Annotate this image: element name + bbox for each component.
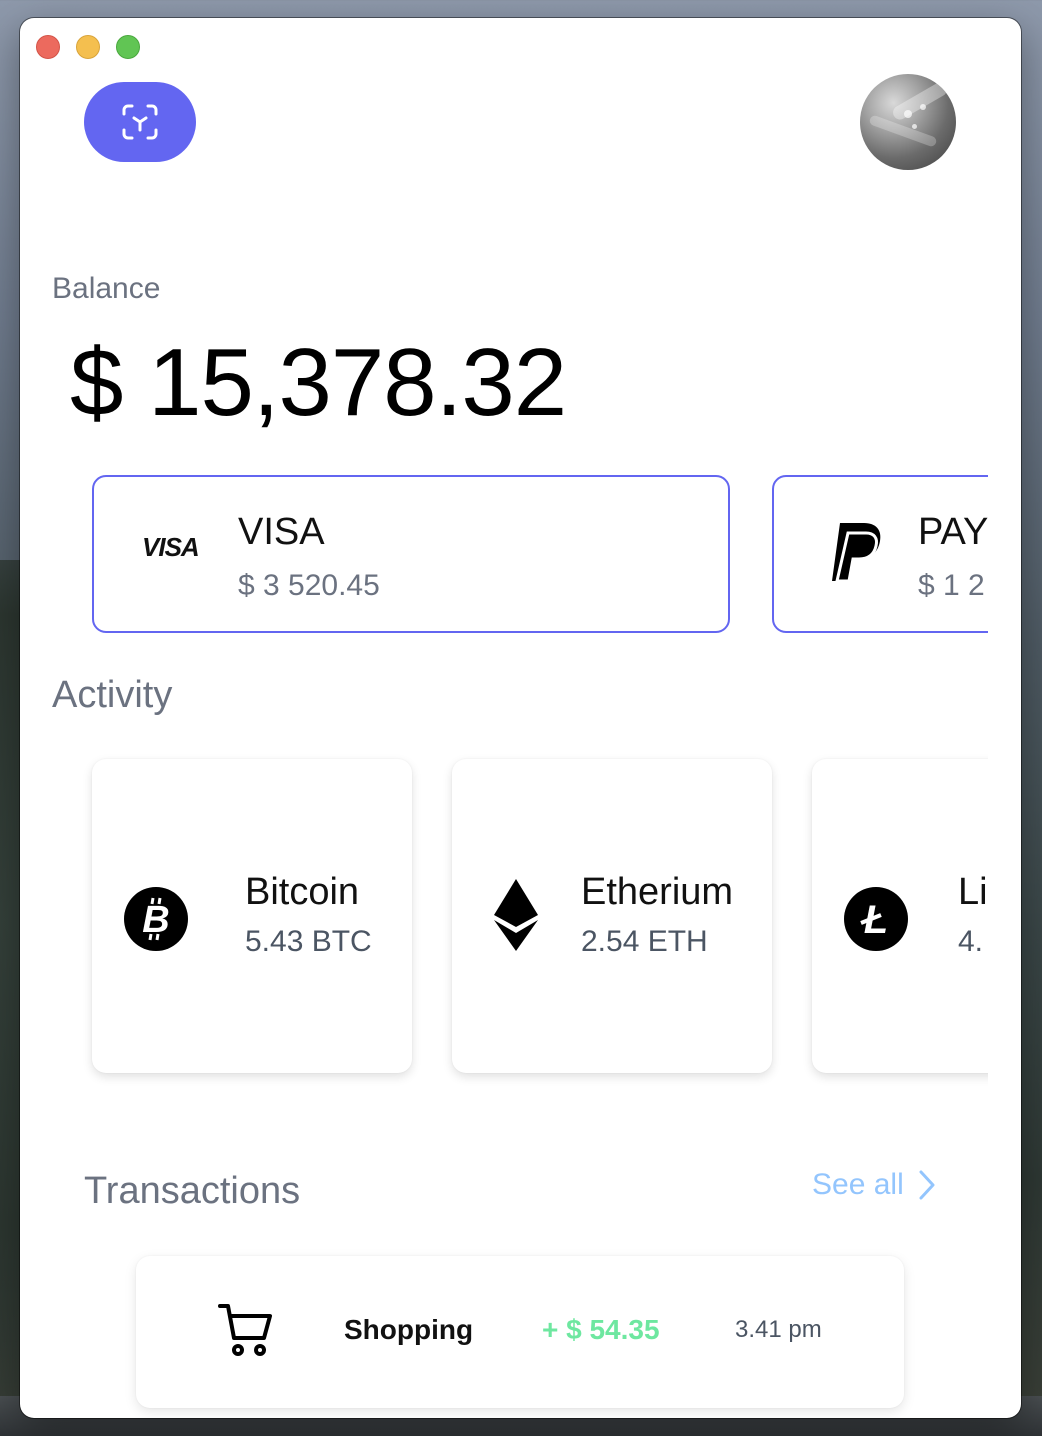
visa-logo: VISA <box>142 532 200 562</box>
user-avatar[interactable] <box>860 74 956 170</box>
coins-carousel[interactable]: B Bitcoin 5.43 BTC Etherium 2.54 ETH L L… <box>20 753 988 1093</box>
card-amount: $ 3 520.45 <box>238 569 380 602</box>
coin-amount: 2.54 ETH <box>581 925 708 958</box>
card-amount: $ 1 2 <box>918 569 985 602</box>
transaction-name: Shopping <box>344 1314 474 1345</box>
transaction-amount: + $ 54.35 <box>542 1314 660 1345</box>
coin-amount: 5.43 BTC <box>245 925 372 958</box>
litecoin-icon: L <box>844 887 908 951</box>
coin-name: Bitcoin <box>245 871 360 913</box>
see-all-label: See all <box>812 1168 904 1201</box>
window-controls <box>36 35 140 59</box>
coin-name: Li <box>958 871 988 913</box>
bitcoin-icon: B <box>124 887 188 951</box>
chevron-right-icon <box>919 1170 935 1200</box>
minimize-window-button[interactable] <box>76 35 100 59</box>
coin-amount: 4. <box>958 925 984 958</box>
coin-card-bitcoin[interactable]: B Bitcoin 5.43 BTC <box>92 759 412 1073</box>
card-name: VISA <box>238 511 325 553</box>
transaction-time: 3.41 pm <box>735 1316 822 1343</box>
ethereum-icon <box>494 879 538 951</box>
cart-icon <box>218 1304 272 1356</box>
coin-card-litecoin[interactable]: L Li 4. <box>812 759 988 1073</box>
coin-card-ethereum[interactable]: Etherium 2.54 ETH <box>452 759 772 1073</box>
paypal-logo <box>826 521 884 594</box>
app-window: Balance $ 15,378.32 VISA VISA $ 3 520.45… <box>20 18 1021 1418</box>
payment-cards-carousel[interactable]: VISA VISA $ 3 520.45 PAY $ 1 2 <box>20 473 988 638</box>
balance-label: Balance <box>52 272 161 305</box>
maximize-window-button[interactable] <box>116 35 140 59</box>
transaction-row[interactable]: Shopping + $ 54.35 3.41 pm <box>136 1256 904 1408</box>
balance-value: $ 15,378.32 <box>70 329 567 436</box>
coin-name: Etherium <box>581 871 734 913</box>
payment-card-paypal[interactable]: PAY $ 1 2 <box>772 475 988 633</box>
svg-text:B: B <box>142 899 169 941</box>
payment-card-visa[interactable]: VISA VISA $ 3 520.45 <box>92 475 730 633</box>
see-all-link[interactable]: See all <box>812 1168 936 1202</box>
close-window-button[interactable] <box>36 35 60 59</box>
transactions-heading: Transactions <box>84 1170 301 1212</box>
activity-heading: Activity <box>52 674 173 716</box>
card-name: PAY <box>918 511 988 553</box>
scan-face-icon <box>122 104 158 140</box>
face-id-button[interactable] <box>84 82 196 162</box>
